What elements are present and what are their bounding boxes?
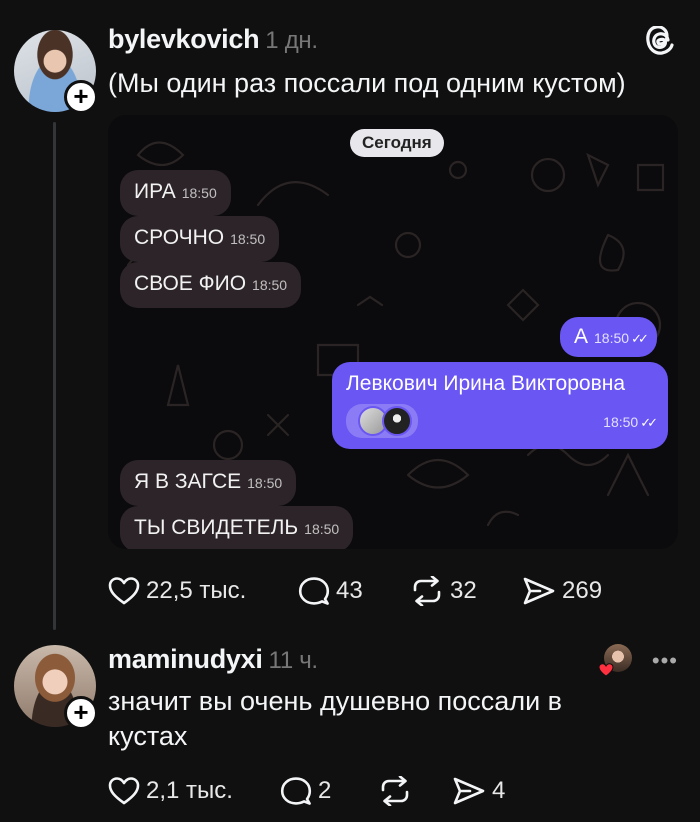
repost-icon (413, 576, 441, 606)
follow-plus-icon[interactable]: + (64, 80, 98, 114)
share-icon (453, 777, 485, 805)
reply-time: 11 ч. (268, 647, 319, 674)
comment-button[interactable]: 43 (298, 576, 363, 606)
chat-message: ТЫ СВИДЕТЕЛЬ 18:50 (120, 506, 354, 549)
heart-icon (598, 663, 614, 677)
comment-count: 2 (318, 777, 332, 804)
share-icon (523, 577, 555, 605)
post-author[interactable]: bylevkovich 1 дн. (108, 24, 318, 55)
share-button[interactable]: 269 (522, 576, 602, 606)
repost-button[interactable]: 32 (410, 576, 477, 606)
like-button[interactable]: 2,1 тыс. (108, 776, 233, 806)
comment-icon (298, 577, 330, 605)
repost-button[interactable] (378, 776, 412, 806)
share-button[interactable]: 4 (452, 776, 505, 806)
chat-message: СВОЕ ФИО 18:50 (120, 262, 302, 308)
reaction-avatars (346, 404, 418, 438)
comment-button[interactable]: 2 (280, 776, 331, 806)
chat-message-outgoing: Левкович Ирина Викторовна 18:50 ✓✓ (332, 362, 668, 449)
like-count: 2,1 тыс. (146, 777, 233, 804)
threads-logo-icon[interactable] (644, 26, 678, 60)
like-count: 22,5 тыс. (146, 577, 247, 604)
post-text: (Мы один раз поссали под одним кустом) (108, 68, 626, 98)
follow-plus-icon[interactable]: + (64, 696, 98, 730)
more-icon[interactable]: ••• (652, 648, 678, 674)
comment-count: 43 (336, 577, 363, 604)
comment-icon (280, 777, 312, 805)
thread-line (53, 122, 56, 630)
post-time: 1 дн. (265, 27, 318, 54)
heart-icon (108, 577, 140, 605)
chat-message-outgoing: А 18:50 ✓✓ (560, 317, 657, 357)
liked-by-author-badge (598, 644, 632, 678)
repost-count: 32 (450, 577, 477, 604)
chat-message: Я В ЗАГСЕ 18:50 (120, 460, 297, 506)
repost-icon (381, 776, 409, 806)
chat-screenshot[interactable]: Сегодня ИРА 18:50 СРОЧНО 18:50 СВОЕ ФИО 18:… (108, 115, 678, 549)
reply-text: значит вы очень душевно поссали в кустах (108, 686, 563, 751)
avatar (382, 406, 412, 436)
share-count: 269 (562, 577, 603, 604)
heart-icon (108, 777, 140, 805)
chat-message: ИРА 18:50 (120, 170, 231, 216)
share-count: 4 (492, 777, 506, 804)
chat-message: СРОЧНО 18:50 (120, 216, 280, 262)
reply-username[interactable]: maminudyxi (108, 644, 263, 674)
like-button[interactable]: 22,5 тыс. (108, 576, 246, 606)
post-username[interactable]: bylevkovich (108, 24, 260, 54)
reply-author[interactable]: maminudyxi 11 ч. (108, 644, 318, 675)
chat-date-label: Сегодня (350, 129, 444, 157)
